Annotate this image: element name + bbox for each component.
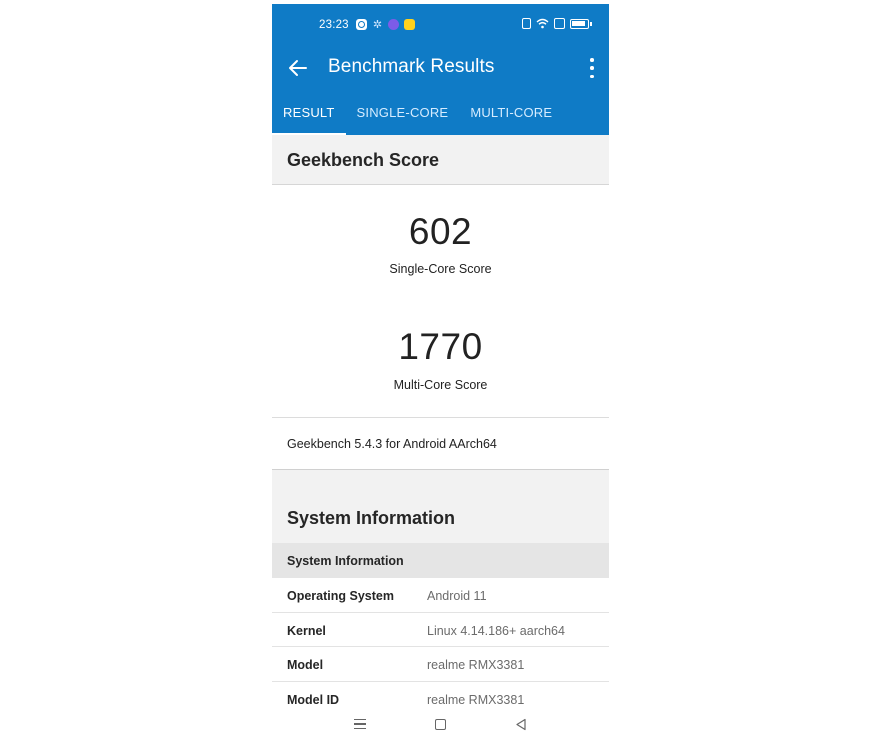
phone-screen: 23:23 ✲ Benchmark Results RESULT SINGLE-…	[272, 4, 609, 738]
tab-multi-core[interactable]: MULTI-CORE	[459, 100, 563, 135]
back-arrow-icon[interactable]	[286, 56, 310, 80]
system-status-icons	[522, 18, 592, 29]
vibrate-icon	[522, 18, 531, 29]
purple-app-icon	[388, 19, 399, 30]
version-text: Geekbench 5.4.3 for Android AArch64	[287, 437, 497, 451]
battery-icon	[570, 18, 592, 29]
row-key: Kernel	[287, 623, 326, 638]
row-key: Model ID	[287, 692, 340, 707]
system-information-heading: System Information	[287, 508, 456, 528]
home-icon[interactable]	[435, 719, 446, 730]
overflow-menu-icon[interactable]	[589, 58, 595, 78]
recent-apps-icon[interactable]	[354, 719, 366, 729]
single-core-score-value: 602	[408, 211, 473, 252]
table-row: Operating System Android 11	[272, 578, 609, 613]
row-value: Linux 4.14.186+ aarch64	[427, 623, 565, 638]
page-title: Benchmark Results	[328, 56, 495, 77]
row-value: realme RMX3381	[427, 658, 525, 672]
nav-back-icon[interactable]	[515, 718, 527, 731]
row-value: realme RMX3381	[427, 692, 525, 707]
row-key: Model	[287, 658, 324, 672]
system-information-header: System Information	[272, 470, 609, 543]
single-core-score-label: Single-Core Score	[389, 262, 492, 276]
wifi-icon	[536, 18, 549, 29]
multi-core-score-value: 1770	[398, 326, 483, 367]
app-bar: 23:23 ✲ Benchmark Results RESULT SINGLE-…	[272, 4, 609, 135]
status-time: 23:23	[319, 19, 349, 31]
tab-result[interactable]: RESULT	[272, 100, 346, 135]
status-bar: 23:23 ✲	[272, 4, 609, 48]
system-info-table: Operating System Android 11 Kernel Linux…	[272, 578, 609, 716]
settings-notification-icon: ✲	[372, 19, 383, 31]
multi-core-score-label: Multi-Core Score	[393, 378, 488, 392]
app-notification-icon	[356, 19, 367, 30]
system-nav-bar	[272, 711, 609, 738]
tab-single-core[interactable]: SINGLE-CORE	[346, 100, 460, 135]
version-row: Geekbench 5.4.3 for Android AArch64	[272, 417, 609, 470]
system-information-subheader: System Information	[272, 543, 609, 578]
row-value: Android 11	[427, 589, 487, 603]
yellow-app-icon	[404, 19, 415, 30]
sim-icon	[554, 18, 565, 29]
toolbar: Benchmark Results	[272, 48, 609, 92]
notification-icons: ✲	[356, 19, 415, 31]
row-key: Operating System	[287, 589, 394, 603]
geekbench-score-header: Geekbench Score	[272, 135, 609, 185]
geekbench-score-heading: Geekbench Score	[287, 150, 440, 170]
scores-panel: 602 Single-Core Score 1770 Multi-Core Sc…	[272, 185, 609, 417]
table-row: Model realme RMX3381	[272, 647, 609, 682]
tab-bar: RESULT SINGLE-CORE MULTI-CORE	[272, 100, 609, 135]
table-row: Kernel Linux 4.14.186+ aarch64	[272, 612, 609, 647]
system-information-subheading: System Information	[287, 554, 404, 568]
